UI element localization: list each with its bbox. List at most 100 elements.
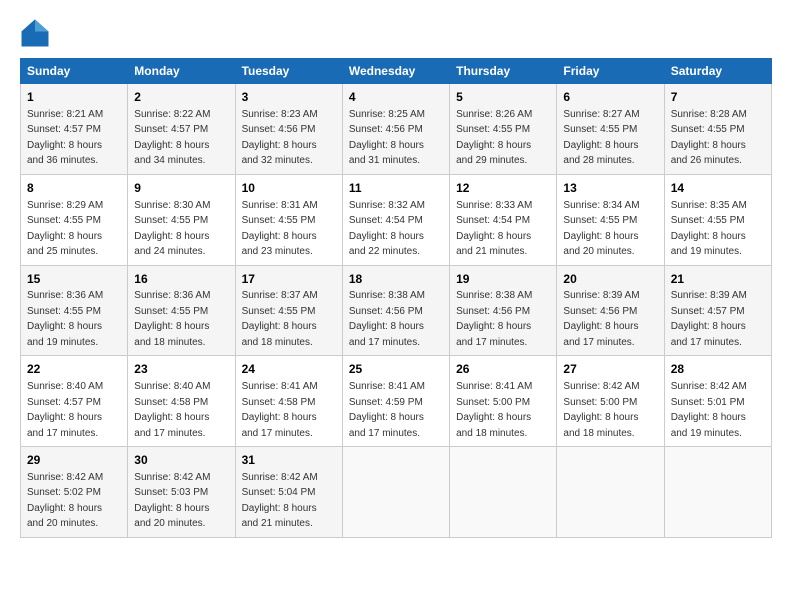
col-header-thursday: Thursday (450, 59, 557, 84)
day-number: 28 (671, 361, 765, 378)
day-cell: 2 Sunrise: 8:22 AMSunset: 4:57 PMDayligh… (128, 84, 235, 175)
day-info: Sunrise: 8:30 AMSunset: 4:55 PMDaylight:… (134, 200, 210, 258)
day-info: Sunrise: 8:41 AMSunset: 4:59 PMDaylight:… (349, 381, 425, 439)
day-cell: 8 Sunrise: 8:29 AMSunset: 4:55 PMDayligh… (21, 174, 128, 265)
day-number: 8 (27, 180, 121, 197)
day-cell: 17 Sunrise: 8:37 AMSunset: 4:55 PMDaylig… (235, 265, 342, 356)
day-cell: 27 Sunrise: 8:42 AMSunset: 5:00 PMDaylig… (557, 356, 664, 447)
day-cell: 24 Sunrise: 8:41 AMSunset: 4:58 PMDaylig… (235, 356, 342, 447)
day-info: Sunrise: 8:39 AMSunset: 4:56 PMDaylight:… (563, 290, 639, 348)
day-info: Sunrise: 8:37 AMSunset: 4:55 PMDaylight:… (242, 290, 318, 348)
day-cell: 31 Sunrise: 8:42 AMSunset: 5:04 PMDaylig… (235, 447, 342, 538)
day-cell: 18 Sunrise: 8:38 AMSunset: 4:56 PMDaylig… (342, 265, 449, 356)
day-info: Sunrise: 8:36 AMSunset: 4:55 PMDaylight:… (27, 290, 103, 348)
day-cell: 1 Sunrise: 8:21 AMSunset: 4:57 PMDayligh… (21, 84, 128, 175)
day-cell: 28 Sunrise: 8:42 AMSunset: 5:01 PMDaylig… (664, 356, 771, 447)
logo (20, 18, 54, 48)
day-number: 5 (456, 89, 550, 106)
day-cell: 15 Sunrise: 8:36 AMSunset: 4:55 PMDaylig… (21, 265, 128, 356)
day-number: 13 (563, 180, 657, 197)
day-info: Sunrise: 8:42 AMSunset: 5:00 PMDaylight:… (563, 381, 639, 439)
day-info: Sunrise: 8:40 AMSunset: 4:57 PMDaylight:… (27, 381, 103, 439)
day-info: Sunrise: 8:42 AMSunset: 5:02 PMDaylight:… (27, 472, 103, 530)
day-cell: 6 Sunrise: 8:27 AMSunset: 4:55 PMDayligh… (557, 84, 664, 175)
col-header-saturday: Saturday (664, 59, 771, 84)
day-number: 29 (27, 452, 121, 469)
day-number: 27 (563, 361, 657, 378)
day-number: 16 (134, 271, 228, 288)
day-number: 24 (242, 361, 336, 378)
day-cell (450, 447, 557, 538)
day-cell: 29 Sunrise: 8:42 AMSunset: 5:02 PMDaylig… (21, 447, 128, 538)
day-cell: 4 Sunrise: 8:25 AMSunset: 4:56 PMDayligh… (342, 84, 449, 175)
day-cell: 22 Sunrise: 8:40 AMSunset: 4:57 PMDaylig… (21, 356, 128, 447)
day-number: 15 (27, 271, 121, 288)
day-number: 11 (349, 180, 443, 197)
day-number: 10 (242, 180, 336, 197)
day-number: 18 (349, 271, 443, 288)
day-cell: 30 Sunrise: 8:42 AMSunset: 5:03 PMDaylig… (128, 447, 235, 538)
day-number: 7 (671, 89, 765, 106)
day-number: 31 (242, 452, 336, 469)
day-cell: 20 Sunrise: 8:39 AMSunset: 4:56 PMDaylig… (557, 265, 664, 356)
day-info: Sunrise: 8:42 AMSunset: 5:03 PMDaylight:… (134, 472, 210, 530)
day-info: Sunrise: 8:25 AMSunset: 4:56 PMDaylight:… (349, 109, 425, 167)
week-row-5: 29 Sunrise: 8:42 AMSunset: 5:02 PMDaylig… (21, 447, 772, 538)
day-cell: 5 Sunrise: 8:26 AMSunset: 4:55 PMDayligh… (450, 84, 557, 175)
day-info: Sunrise: 8:27 AMSunset: 4:55 PMDaylight:… (563, 109, 639, 167)
day-cell: 11 Sunrise: 8:32 AMSunset: 4:54 PMDaylig… (342, 174, 449, 265)
day-info: Sunrise: 8:29 AMSunset: 4:55 PMDaylight:… (27, 200, 103, 258)
day-cell: 19 Sunrise: 8:38 AMSunset: 4:56 PMDaylig… (450, 265, 557, 356)
week-row-4: 22 Sunrise: 8:40 AMSunset: 4:57 PMDaylig… (21, 356, 772, 447)
day-cell: 7 Sunrise: 8:28 AMSunset: 4:55 PMDayligh… (664, 84, 771, 175)
day-info: Sunrise: 8:36 AMSunset: 4:55 PMDaylight:… (134, 290, 210, 348)
day-info: Sunrise: 8:40 AMSunset: 4:58 PMDaylight:… (134, 381, 210, 439)
day-info: Sunrise: 8:41 AMSunset: 4:58 PMDaylight:… (242, 381, 318, 439)
day-number: 30 (134, 452, 228, 469)
logo-icon (20, 18, 50, 48)
day-info: Sunrise: 8:41 AMSunset: 5:00 PMDaylight:… (456, 381, 532, 439)
day-info: Sunrise: 8:38 AMSunset: 4:56 PMDaylight:… (456, 290, 532, 348)
day-cell: 23 Sunrise: 8:40 AMSunset: 4:58 PMDaylig… (128, 356, 235, 447)
day-number: 22 (27, 361, 121, 378)
day-cell: 26 Sunrise: 8:41 AMSunset: 5:00 PMDaylig… (450, 356, 557, 447)
header (20, 18, 772, 48)
calendar-table: SundayMondayTuesdayWednesdayThursdayFrid… (20, 58, 772, 538)
day-info: Sunrise: 8:21 AMSunset: 4:57 PMDaylight:… (27, 109, 103, 167)
week-row-2: 8 Sunrise: 8:29 AMSunset: 4:55 PMDayligh… (21, 174, 772, 265)
col-header-friday: Friday (557, 59, 664, 84)
col-header-tuesday: Tuesday (235, 59, 342, 84)
day-number: 6 (563, 89, 657, 106)
col-header-sunday: Sunday (21, 59, 128, 84)
day-number: 9 (134, 180, 228, 197)
day-info: Sunrise: 8:39 AMSunset: 4:57 PMDaylight:… (671, 290, 747, 348)
day-info: Sunrise: 8:32 AMSunset: 4:54 PMDaylight:… (349, 200, 425, 258)
day-cell (664, 447, 771, 538)
day-number: 17 (242, 271, 336, 288)
day-cell: 25 Sunrise: 8:41 AMSunset: 4:59 PMDaylig… (342, 356, 449, 447)
day-info: Sunrise: 8:42 AMSunset: 5:04 PMDaylight:… (242, 472, 318, 530)
header-row: SundayMondayTuesdayWednesdayThursdayFrid… (21, 59, 772, 84)
day-info: Sunrise: 8:34 AMSunset: 4:55 PMDaylight:… (563, 200, 639, 258)
day-info: Sunrise: 8:33 AMSunset: 4:54 PMDaylight:… (456, 200, 532, 258)
day-cell: 14 Sunrise: 8:35 AMSunset: 4:55 PMDaylig… (664, 174, 771, 265)
week-row-3: 15 Sunrise: 8:36 AMSunset: 4:55 PMDaylig… (21, 265, 772, 356)
day-info: Sunrise: 8:22 AMSunset: 4:57 PMDaylight:… (134, 109, 210, 167)
day-info: Sunrise: 8:42 AMSunset: 5:01 PMDaylight:… (671, 381, 747, 439)
day-number: 20 (563, 271, 657, 288)
day-info: Sunrise: 8:23 AMSunset: 4:56 PMDaylight:… (242, 109, 318, 167)
day-number: 25 (349, 361, 443, 378)
day-number: 4 (349, 89, 443, 106)
day-number: 26 (456, 361, 550, 378)
day-info: Sunrise: 8:35 AMSunset: 4:55 PMDaylight:… (671, 200, 747, 258)
day-number: 1 (27, 89, 121, 106)
day-number: 12 (456, 180, 550, 197)
day-info: Sunrise: 8:31 AMSunset: 4:55 PMDaylight:… (242, 200, 318, 258)
day-cell: 3 Sunrise: 8:23 AMSunset: 4:56 PMDayligh… (235, 84, 342, 175)
day-cell (557, 447, 664, 538)
day-cell: 12 Sunrise: 8:33 AMSunset: 4:54 PMDaylig… (450, 174, 557, 265)
day-cell: 16 Sunrise: 8:36 AMSunset: 4:55 PMDaylig… (128, 265, 235, 356)
col-header-wednesday: Wednesday (342, 59, 449, 84)
day-number: 3 (242, 89, 336, 106)
day-cell: 9 Sunrise: 8:30 AMSunset: 4:55 PMDayligh… (128, 174, 235, 265)
